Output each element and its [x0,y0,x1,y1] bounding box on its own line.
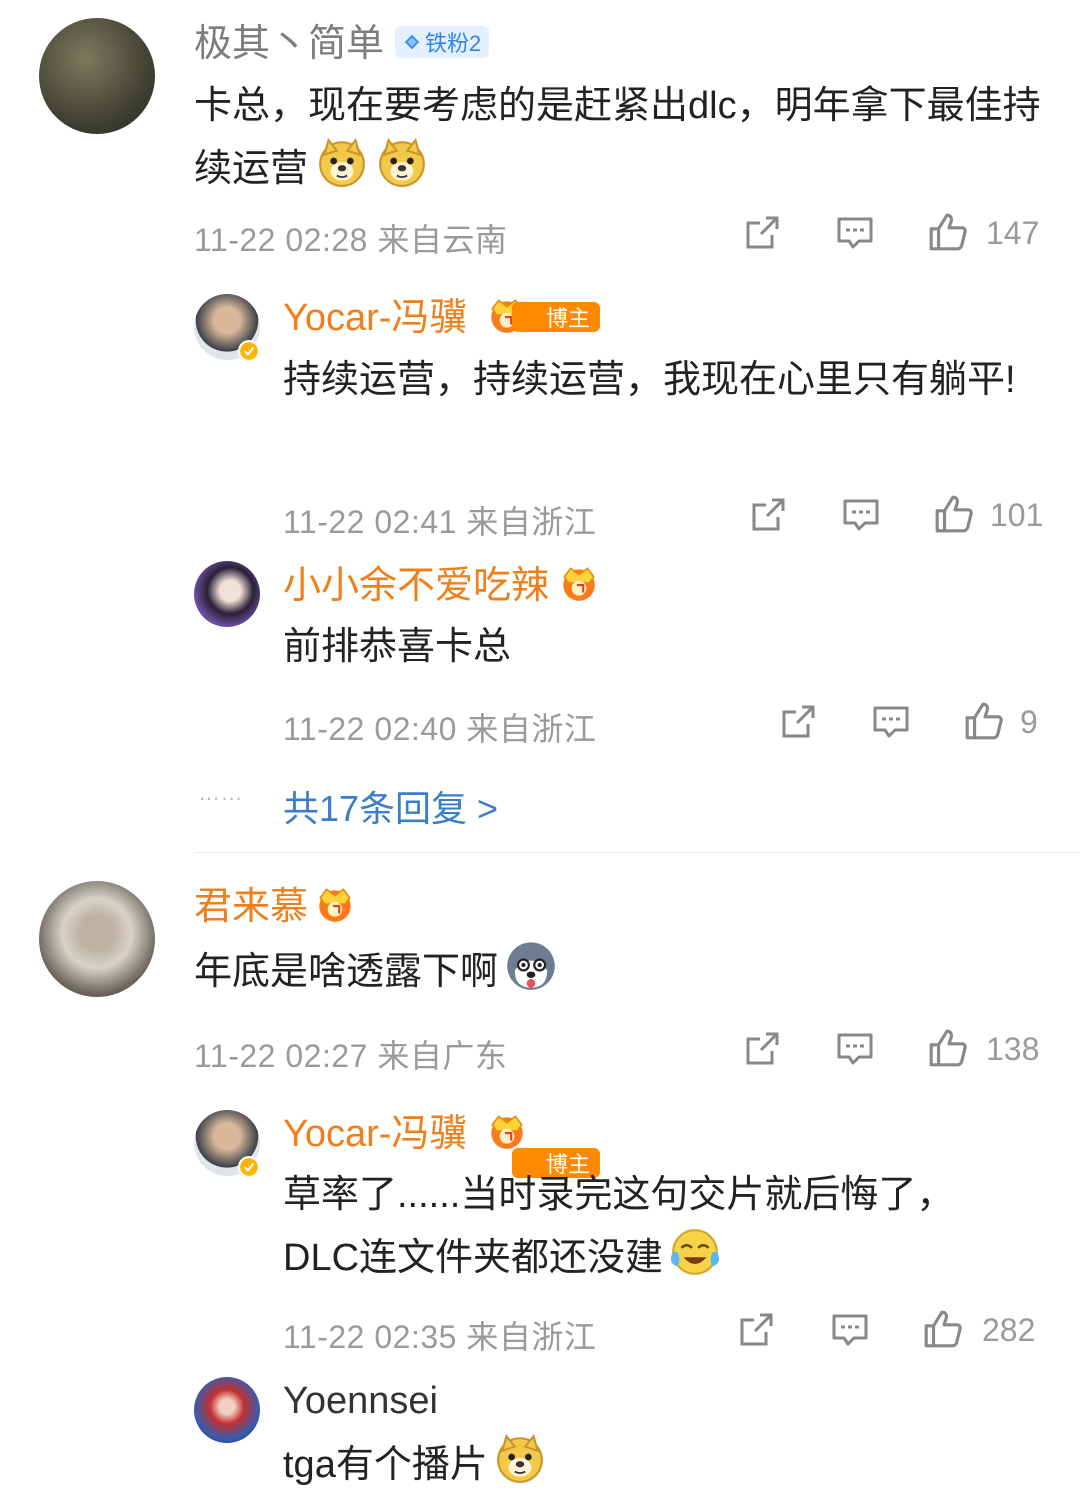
doge-emoji [316,136,368,206]
comment-text: 年底是啥透露下啊 [194,938,1044,1010]
thumbs-up-icon[interactable] [922,1308,964,1350]
doge-emoji [494,1432,546,1502]
doge-emoji [376,136,428,206]
timestamp-location: 11-22 02:41 来自浙江 [283,504,597,540]
like-count: 101 [990,497,1044,533]
reply-1-1: Yocar-冯骥 博主 持续运营，持续运营，我现在心里只有躺平! 11-22 0… [0,0,1080,540]
avatar[interactable] [194,561,260,627]
fan-badge-label: 铁粉2 [425,31,482,56]
like-count: 282 [982,1312,1036,1348]
username[interactable]: Yoennsei [283,1382,438,1420]
more-dots: …… [198,780,243,805]
verified-icon [238,340,260,362]
share-icon[interactable] [736,1310,776,1350]
fan-badge: 铁粉2 [395,26,490,58]
share-icon[interactable] [742,213,782,253]
comment-icon[interactable] [835,213,875,253]
comment-icon[interactable] [841,495,881,535]
thumbs-up-icon[interactable] [927,1027,969,1069]
share-icon[interactable] [742,1029,782,1069]
crown-icon [314,885,356,923]
share-icon[interactable] [778,702,818,742]
comment-icon[interactable] [835,1029,875,1069]
timestamp-location: 11-22 02:40 来自浙江 [283,711,597,747]
comment-icon[interactable] [871,702,911,742]
thumbs-up-icon[interactable] [927,211,969,253]
thumbs-up-icon[interactable] [963,700,1005,742]
username[interactable]: 君来慕 [194,888,308,926]
avatar[interactable] [39,18,155,134]
like-count: 9 [1020,704,1038,740]
comment-icon[interactable] [830,1310,870,1350]
avatar[interactable] [194,1377,260,1443]
reply-text-line-1: 草率了......当时录完这句交片就后悔了， [283,1174,955,1216]
timestamp-location: 11-22 02:27 来自广东 [194,1038,508,1074]
comment-text: 卡总，现在要考虑的是赶紧出dlc，明年拿下最佳持续运营 [194,76,1044,206]
like-count: 147 [986,215,1040,251]
reply-text: 持续运营，持续运营，我现在心里只有躺平! [283,359,1016,401]
divider [194,852,1080,853]
more-replies-link[interactable]: 共17条回复 > [283,780,498,832]
blogger-badge-label: 博主 [546,306,591,331]
laugh-cry-emoji [669,1225,721,1295]
crown-icon [558,564,600,602]
husky-emoji [504,938,558,1010]
timestamp-location: 11-22 02:35 来自浙江 [283,1319,597,1355]
like-count: 138 [986,1031,1040,1067]
verified-icon [238,1156,260,1178]
timestamp-location: 11-22 02:28 来自云南 [194,222,508,258]
username[interactable]: Yocar-冯骥 [283,299,467,337]
reply-text: tga有个播片 [283,1432,1043,1502]
username[interactable]: 小小余不爱吃辣 [283,567,549,605]
username[interactable]: 极其丶简单 [194,25,384,63]
reply-text-line-2: DLC连文件夹都还没建 [283,1225,1043,1295]
avatar[interactable] [39,881,155,997]
thumbs-up-icon[interactable] [933,493,975,535]
blogger-badge: 博主 [512,302,601,332]
crown-icon [486,1112,528,1150]
reply-text: 前排恭喜卡总 [283,626,512,668]
share-icon[interactable] [748,495,788,535]
reply-2-1: Yocar-冯骥 博主 草率了......当时录完这句交片就后悔了， DLC连文… [0,30,1080,1355]
username[interactable]: Yocar-冯骥 [283,1115,467,1153]
diamond-icon [403,33,421,51]
